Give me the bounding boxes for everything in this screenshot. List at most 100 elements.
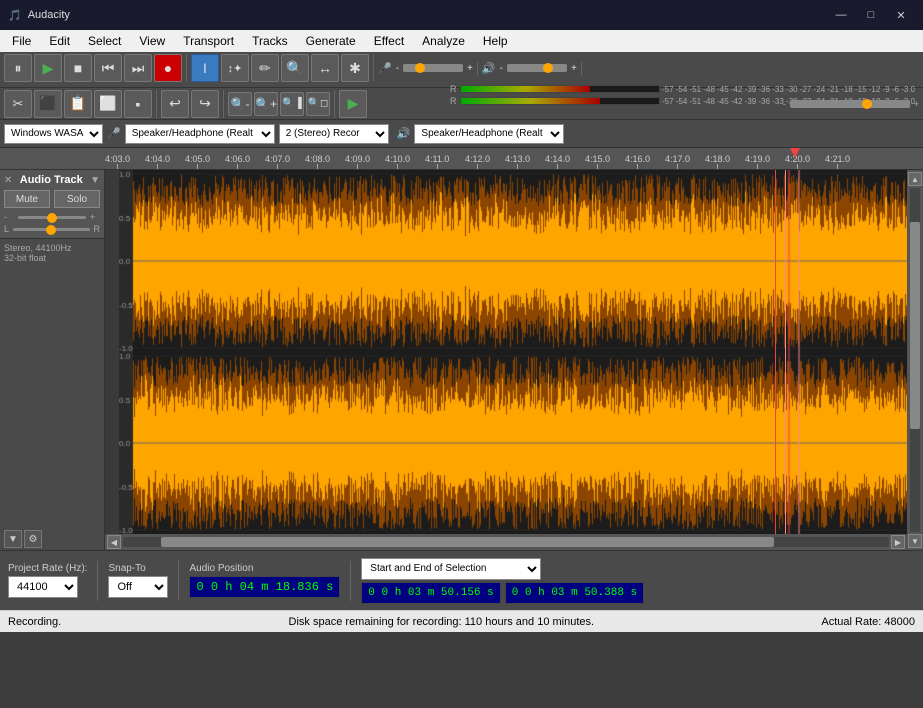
close-button[interactable]: ✕ xyxy=(887,5,915,25)
audio-position-display: 0 0 h 04 m 18.836 s xyxy=(189,576,340,598)
trim-button[interactable]: ⬜ xyxy=(94,90,122,118)
track-menu-button[interactable]: ⚙ xyxy=(24,530,42,548)
zoom-out-button[interactable]: 🔍- xyxy=(228,92,252,116)
mic-io-icon: 🎤 xyxy=(107,127,121,140)
solo-button[interactable]: Solo xyxy=(54,190,100,208)
collapse-track-button[interactable]: ▼ xyxy=(4,530,22,548)
output-select[interactable]: Speaker/Headphone (Realt xyxy=(414,124,564,144)
snap-to-label: Snap-To xyxy=(108,563,168,574)
mic-icon: 🎤 xyxy=(378,62,392,75)
disk-space-status: Disk space remaining for recording: 110 … xyxy=(289,616,595,628)
menu-file[interactable]: File xyxy=(4,30,39,52)
track-row xyxy=(105,170,907,534)
app-icon: 🎵 xyxy=(8,9,22,22)
playhead-line xyxy=(775,170,776,534)
scroll-left-button[interactable]: ◀ xyxy=(107,535,121,549)
selection-end-display: 0 0 h 03 m 50.388 s xyxy=(505,582,644,604)
undo-button[interactable]: ↩ xyxy=(161,90,189,118)
track-area-wrapper: ◀ ▶ xyxy=(105,170,907,550)
menu-edit[interactable]: Edit xyxy=(41,30,78,52)
envelope-tool-button[interactable]: ↕✦ xyxy=(221,54,249,82)
redo-button[interactable]: ↪ xyxy=(191,90,219,118)
io-bar: Windows WASA 🎤 Speaker/Headphone (Realt … xyxy=(0,120,923,148)
gain-min-label: - xyxy=(4,212,14,222)
speaker-level-min: - xyxy=(500,63,503,74)
scroll-up-button[interactable]: ▲ xyxy=(908,172,922,186)
speaker-level-max: + xyxy=(571,63,577,74)
actual-rate-status: Actual Rate: 48000 xyxy=(821,616,915,628)
selection-mode-select[interactable]: Start and End of Selection xyxy=(361,558,541,580)
maximize-button[interactable]: □ xyxy=(857,5,885,25)
zoom-sel-button[interactable]: 🔍▐ xyxy=(280,92,304,116)
menu-effect[interactable]: Effect xyxy=(366,30,412,52)
mic-level-min: - xyxy=(396,63,399,74)
pan-slider[interactable] xyxy=(13,228,89,231)
track-controls-panel: ✕ Audio Track ▼ Mute Solo - + L R xyxy=(0,170,105,550)
record-button[interactable]: ● xyxy=(154,54,182,82)
pan-right-label: R xyxy=(94,224,101,234)
selection-start-display: 0 0 h 03 m 50.156 s xyxy=(361,582,500,604)
menu-analyze[interactable]: Analyze xyxy=(414,30,473,52)
title-bar: 🎵 Audacity — □ ✕ xyxy=(0,0,923,30)
menu-transport[interactable]: Transport xyxy=(175,30,242,52)
app-title: Audacity xyxy=(28,9,70,21)
v-scroll-thumb[interactable] xyxy=(910,222,920,428)
scroll-down-button[interactable]: ▼ xyxy=(908,534,922,548)
toolbar-row1: ⏸ ▶ ■ ⏮ ⏭ ● I ↕✦ ✏ 🔍 ↔ ✱ 🎤 - + 🔊 - + R xyxy=(0,52,923,88)
menu-generate[interactable]: Generate xyxy=(298,30,364,52)
zoom-in-button[interactable]: 🔍+ xyxy=(254,92,278,116)
main-area: ✕ Audio Track ▼ Mute Solo - + L R xyxy=(0,170,923,550)
play-at-speed-button[interactable]: ▶ xyxy=(339,90,367,118)
rewind-button[interactable]: ⏮ xyxy=(94,54,122,82)
track-close-button[interactable]: ✕ xyxy=(4,175,12,186)
output-io-icon: 🔊 xyxy=(397,127,411,140)
bottom-toolbar: Project Rate (Hz): 44100 Snap-To Off Aud… xyxy=(0,550,923,610)
menu-bar: File Edit Select View Transport Tracks G… xyxy=(0,30,923,52)
select-tool-button[interactable]: I xyxy=(191,54,219,82)
menu-tracks[interactable]: Tracks xyxy=(244,30,296,52)
silence-button[interactable]: ▪ xyxy=(124,90,152,118)
draw-tool-button[interactable]: ✏ xyxy=(251,54,279,82)
playhead-marker xyxy=(790,148,800,158)
speaker-icon: 🔊 xyxy=(482,62,496,75)
cut-button[interactable]: ✂ xyxy=(4,90,32,118)
gain-max-label: + xyxy=(90,212,100,222)
menu-view[interactable]: View xyxy=(131,30,173,52)
timeshift-tool-button[interactable]: ↔ xyxy=(311,54,339,82)
timeline-ruler: 4:03.0 4:04.0 4:05.0 4:06.0 4:07.0 4:08.… xyxy=(0,148,923,170)
menu-help[interactable]: Help xyxy=(475,30,516,52)
selection-end-line xyxy=(785,170,786,534)
snap-to-select[interactable]: Off xyxy=(108,576,168,598)
minimize-button[interactable]: — xyxy=(827,5,855,25)
v-scroll-track[interactable] xyxy=(910,188,920,532)
menu-select[interactable]: Select xyxy=(80,30,129,52)
host-select[interactable]: Windows WASA xyxy=(4,124,103,144)
scroll-right-button[interactable]: ▶ xyxy=(891,535,905,549)
track-dropdown-button[interactable]: ▼ xyxy=(90,175,100,186)
stop-button[interactable]: ■ xyxy=(64,54,92,82)
channel-select[interactable]: 2 (Stereo) Recor xyxy=(279,124,389,144)
waveform-area[interactable] xyxy=(105,170,907,534)
gain-slider[interactable] xyxy=(18,216,86,219)
horizontal-scrollbar[interactable]: ◀ ▶ xyxy=(105,534,907,550)
multi-tool-button[interactable]: ✱ xyxy=(341,54,369,82)
mute-button[interactable]: Mute xyxy=(4,190,50,208)
input-select[interactable]: Speaker/Headphone (Realt xyxy=(125,124,275,144)
track-info: Stereo, 44100Hz 32-bit float xyxy=(0,239,104,267)
project-rate-label: Project Rate (Hz): xyxy=(8,563,87,574)
waveform-canvas[interactable] xyxy=(119,170,907,534)
pause-button[interactable]: ⏸ xyxy=(4,54,32,82)
recording-status: Recording. xyxy=(8,616,61,628)
copy-button[interactable]: ⬛ xyxy=(34,90,62,118)
paste-button[interactable]: 📋 xyxy=(64,90,92,118)
play-button[interactable]: ▶ xyxy=(34,54,62,82)
audio-position-label: Audio Position xyxy=(189,563,340,574)
project-rate-select[interactable]: 44100 xyxy=(8,576,78,598)
mic-level-max: + xyxy=(467,63,473,74)
scroll-thumb[interactable] xyxy=(161,537,774,547)
scroll-track[interactable] xyxy=(123,537,889,547)
zoom-tool-button[interactable]: 🔍 xyxy=(281,54,309,82)
vertical-scrollbar[interactable]: ▲ ▼ xyxy=(907,170,923,550)
zoom-fit-button[interactable]: 🔍◻ xyxy=(306,92,330,116)
forward-button[interactable]: ⏭ xyxy=(124,54,152,82)
